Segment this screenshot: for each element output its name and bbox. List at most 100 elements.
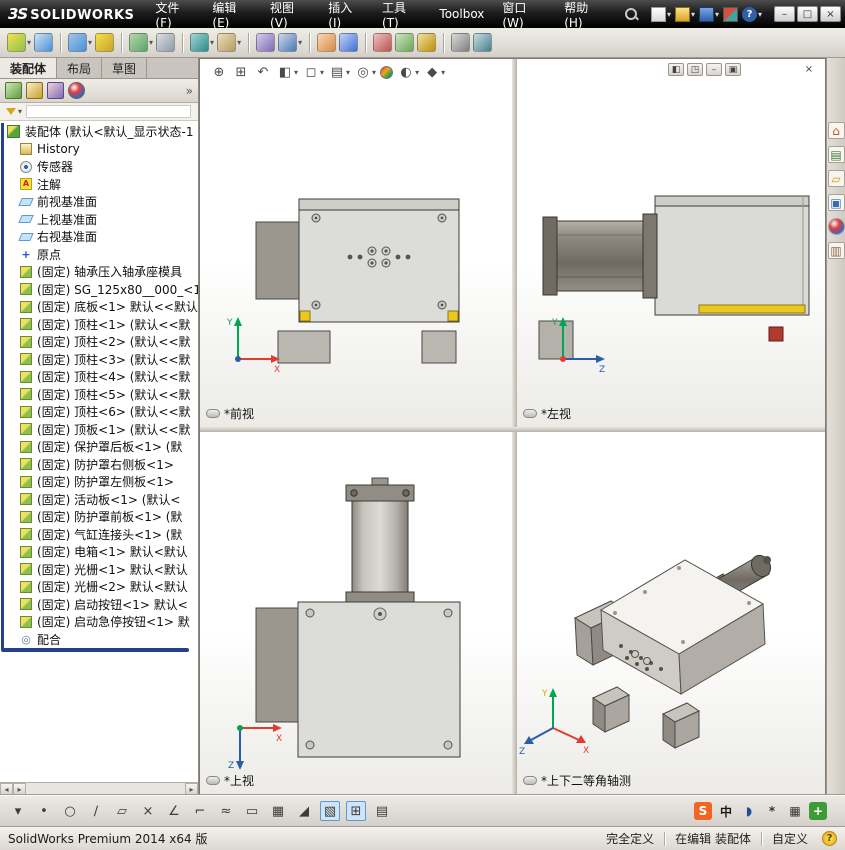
viewport-isometric[interactable]: Y X Z *上下二等角轴测 — [517, 432, 825, 794]
hole-alignment-button[interactable] — [417, 33, 436, 52]
minimize-button[interactable]: – — [774, 6, 795, 22]
tree-item-28[interactable]: ◎配合 — [0, 631, 198, 649]
section-view-button[interactable]: ◧▾ — [276, 63, 298, 81]
explode-line-sketch-button[interactable] — [339, 33, 358, 52]
help-button[interactable]: ?▾ — [742, 7, 762, 22]
point-tool[interactable]: • — [34, 801, 54, 821]
scroll-right-icon[interactable]: ▸ — [13, 783, 26, 795]
viewport-top[interactable]: X Z *上视 — [200, 432, 512, 794]
appearances-icon[interactable] — [828, 218, 845, 235]
tree-item-9[interactable]: (固定) 底板<1> 默认<<默认 — [0, 298, 198, 316]
rectangle-tool[interactable]: ▭ — [242, 801, 262, 821]
quick-tips-icon[interactable]: ? — [822, 831, 837, 846]
tree-item-21[interactable]: (固定) 防护罩前板<1> (默 — [0, 508, 198, 526]
tree-item-12[interactable]: (固定) 顶柱<3> (默认<<默 — [0, 351, 198, 369]
keyboard-icon[interactable]: ▦ — [786, 802, 804, 820]
tree-item-4[interactable]: 上视基准面 — [0, 211, 198, 229]
scroll-end-icon[interactable]: ▸ — [185, 783, 198, 795]
panel-tab-2[interactable]: 草图 — [102, 58, 147, 78]
chamfer-tool[interactable]: ◢ — [294, 801, 314, 821]
solidworks-resources-button[interactable] — [723, 7, 738, 22]
spline-tool[interactable]: ≈ — [216, 801, 236, 821]
assembly-features-button[interactable]: ▾ — [190, 33, 214, 52]
filter-funnel-icon[interactable] — [6, 108, 16, 115]
interference-detection-button[interactable] — [373, 33, 392, 52]
tree-item-3[interactable]: 前视基准面 — [0, 193, 198, 211]
circle-tool[interactable]: ○ — [60, 801, 80, 821]
dropdown-arrow-icon[interactable]: ▾ — [298, 38, 302, 47]
shaded-view-toggle[interactable]: ▧ — [320, 801, 340, 821]
smart-fasteners-button[interactable] — [95, 33, 114, 52]
table-tool[interactable]: ▤ — [372, 801, 392, 821]
save-button[interactable]: ▾ — [699, 7, 719, 22]
move-component-button[interactable]: ▾ — [129, 33, 153, 52]
dimension-tool[interactable]: ∠ — [164, 801, 184, 821]
tree-item-23[interactable]: (固定) 电箱<1> 默认<默认 — [0, 543, 198, 561]
tree-item-20[interactable]: (固定) 活动板<1> (默认< — [0, 491, 198, 509]
viewport-front[interactable]: Y X *前视 — [200, 59, 512, 427]
rollback-bar[interactable] — [1, 648, 189, 652]
reference-geometry-button[interactable]: ▾ — [217, 33, 241, 52]
chinese-mode-icon[interactable]: 中 — [717, 802, 735, 820]
dropdown-arrow-icon[interactable]: ▾ — [758, 10, 762, 19]
viewport-left[interactable]: Y Z *左视 — [517, 59, 825, 427]
rollback-bar-vertical[interactable] — [1, 123, 4, 650]
propertymanager-tab[interactable] — [26, 82, 43, 99]
edit-appearance-button[interactable] — [380, 66, 393, 79]
menu-item-7[interactable]: 帮助(H) — [555, 0, 614, 28]
mass-properties-button[interactable] — [473, 33, 492, 52]
corner-tool[interactable]: ⌐ — [190, 801, 210, 821]
zoom-area-button[interactable]: ⊞ — [232, 63, 250, 81]
appearances-tab[interactable] — [68, 82, 85, 99]
panel-overflow-icon[interactable]: » — [186, 84, 193, 98]
menu-item-3[interactable]: 插入(I) — [319, 0, 373, 28]
maximize-button[interactable]: □ — [797, 6, 818, 22]
tree-filter-input[interactable] — [26, 105, 191, 118]
tree-item-14[interactable]: (固定) 顶柱<5> (默认<<默 — [0, 386, 198, 404]
scroll-left-icon[interactable]: ◂ — [0, 783, 13, 795]
tree-item-8[interactable]: (固定) SG_125x80__000_<1 — [0, 281, 198, 299]
mate-button[interactable] — [34, 33, 53, 52]
viewport-close-icon[interactable]: × — [801, 63, 817, 76]
dropdown-arrow-icon[interactable]: ▾ — [149, 38, 153, 47]
home-icon[interactable]: ⌂ — [828, 122, 845, 139]
design-library-icon[interactable]: ▤ — [828, 146, 845, 163]
tree-item-24[interactable]: (固定) 光栅<1> 默认<默认 — [0, 561, 198, 579]
tree-item-27[interactable]: (固定) 启动急停按钮<1> 默 — [0, 613, 198, 631]
tree-item-17[interactable]: (固定) 保护罩后板<1> (默 — [0, 438, 198, 456]
view-settings-button[interactable]: ◆▾ — [423, 63, 445, 81]
configurationmanager-tab[interactable] — [47, 82, 64, 99]
dropdown-arrow-icon[interactable]: ▾ — [667, 10, 671, 19]
panel-tab-0[interactable]: 装配体 — [0, 58, 57, 78]
viewport-split-right-button[interactable]: ◳ — [687, 63, 703, 76]
tree-item-1[interactable]: 传感器 — [0, 158, 198, 176]
measure-button[interactable] — [451, 33, 470, 52]
sogou-icon[interactable]: S — [694, 802, 712, 820]
filter-dropdown-arrow-icon[interactable]: ▾ — [18, 107, 22, 116]
dropdown-arrow-icon[interactable]: ▾ — [210, 38, 214, 47]
tree-item-6[interactable]: +原点 — [0, 246, 198, 264]
tree-item-13[interactable]: (固定) 顶柱<4> (默认<<默 — [0, 368, 198, 386]
tree-item-11[interactable]: (固定) 顶柱<2> (默认<<默 — [0, 333, 198, 351]
zoom-fit-button[interactable]: ⊕ — [210, 63, 228, 81]
dropdown-arrow-icon[interactable]: ▾ — [27, 38, 31, 47]
dropdown-arrow-icon[interactable]: ▾ — [691, 10, 695, 19]
tree-item-7[interactable]: (固定) 轴承压入轴承座模具 — [0, 263, 198, 281]
new-document-button[interactable]: ▾ — [651, 7, 671, 22]
insert-components-button[interactable]: ▾ — [7, 33, 31, 52]
flyout-arrow[interactable]: ▾ — [8, 801, 28, 821]
tree-item-10[interactable]: (固定) 顶柱<1> (默认<<默 — [0, 316, 198, 334]
viewport-minimize-button[interactable]: – — [706, 63, 722, 76]
dropdown-arrow-icon[interactable]: ▾ — [88, 38, 92, 47]
tree-root-item[interactable]: 装配体 (默认<默认_显示状态-1 — [0, 123, 198, 141]
scrollbar-track[interactable] — [26, 783, 185, 795]
tree-item-15[interactable]: (固定) 顶柱<6> (默认<<默 — [0, 403, 198, 421]
bill-of-materials-button[interactable]: ▾ — [278, 33, 302, 52]
menu-item-5[interactable]: Toolbox — [430, 0, 493, 28]
moon-icon[interactable]: ◗ — [740, 802, 758, 820]
motion-study-button[interactable] — [256, 33, 275, 52]
file-explorer-icon[interactable]: ▱ — [828, 170, 845, 187]
featuremanager-tree-tab[interactable] — [5, 82, 22, 99]
hand-icon[interactable]: * — [763, 802, 781, 820]
open-button[interactable]: ▾ — [675, 7, 695, 22]
